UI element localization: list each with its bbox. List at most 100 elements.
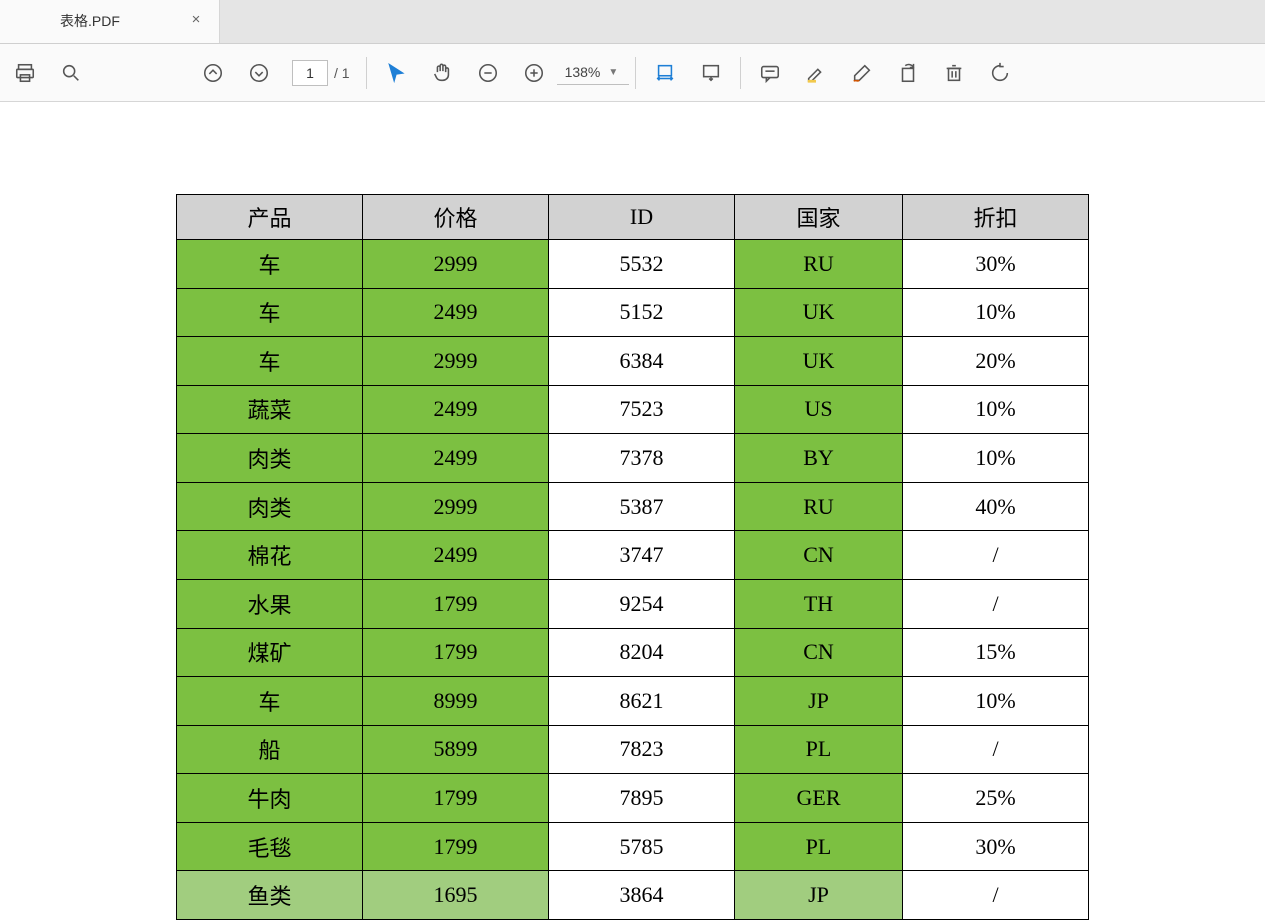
cell-product: 车	[177, 337, 363, 386]
cell-discount: 30%	[903, 240, 1089, 289]
table-row[interactable]: 车89998621JP10%	[177, 677, 1089, 726]
select-tool-button[interactable]	[373, 50, 419, 96]
zoom-out-button[interactable]	[465, 50, 511, 96]
zoom-level-dropdown[interactable]: 138% ▼	[557, 60, 629, 85]
cell-discount: /	[903, 725, 1089, 774]
cell-price: 2999	[363, 482, 549, 531]
table-row[interactable]: 煤矿17998204CN15%	[177, 628, 1089, 677]
header-discount: 折扣	[903, 195, 1089, 240]
cell-price: 5899	[363, 725, 549, 774]
cell-product: 肉类	[177, 434, 363, 483]
highlighter-icon	[805, 62, 827, 84]
rotate-page-button[interactable]	[885, 50, 931, 96]
plus-circle-icon	[523, 62, 545, 84]
sign-button[interactable]	[839, 50, 885, 96]
next-page-button[interactable]	[236, 50, 282, 96]
cell-id: 7378	[549, 434, 735, 483]
table-row[interactable]: 蔬菜24997523US10%	[177, 385, 1089, 434]
rotate-view-button[interactable]	[977, 50, 1023, 96]
cell-discount: 10%	[903, 385, 1089, 434]
hand-icon	[431, 62, 453, 84]
table-row[interactable]: 船58997823PL/	[177, 725, 1089, 774]
table-row[interactable]: 车29996384UK20%	[177, 337, 1089, 386]
cell-id: 8204	[549, 628, 735, 677]
cell-price: 2499	[363, 385, 549, 434]
toolbar-separator	[740, 57, 741, 89]
comment-button[interactable]	[747, 50, 793, 96]
header-id: ID	[549, 195, 735, 240]
cell-product: 蔬菜	[177, 385, 363, 434]
table-row[interactable]: 车24995152UK10%	[177, 288, 1089, 337]
document-viewport[interactable]: 产品 价格 ID 国家 折扣 车29995532RU30%车24995152UK…	[0, 102, 1265, 920]
fit-width-button[interactable]	[642, 50, 688, 96]
table-header-row: 产品 价格 ID 国家 折扣	[177, 195, 1089, 240]
cell-discount: /	[903, 871, 1089, 920]
cell-country: PL	[735, 725, 903, 774]
table-row[interactable]: 鱼类16953864JP/	[177, 871, 1089, 920]
cell-price: 1695	[363, 871, 549, 920]
cell-price: 2999	[363, 337, 549, 386]
cell-price: 8999	[363, 677, 549, 726]
cell-id: 7823	[549, 725, 735, 774]
cell-country: TH	[735, 579, 903, 628]
table-row[interactable]: 棉花24993747CN/	[177, 531, 1089, 580]
page-current-input[interactable]	[292, 60, 328, 86]
chevron-down-icon: ▼	[608, 67, 618, 78]
cell-id: 5785	[549, 822, 735, 871]
cell-country: PL	[735, 822, 903, 871]
table-row[interactable]: 水果17999254TH/	[177, 579, 1089, 628]
highlight-button[interactable]	[793, 50, 839, 96]
cell-country: UK	[735, 337, 903, 386]
cell-product: 煤矿	[177, 628, 363, 677]
cell-country: GER	[735, 774, 903, 823]
zoom-tool-button[interactable]	[48, 50, 94, 96]
cell-discount: 15%	[903, 628, 1089, 677]
cell-product: 车	[177, 240, 363, 289]
cell-id: 7895	[549, 774, 735, 823]
cell-product: 车	[177, 677, 363, 726]
cell-id: 5532	[549, 240, 735, 289]
toolbar-separator	[635, 57, 636, 89]
cell-price: 2499	[363, 434, 549, 483]
cell-product: 棉花	[177, 531, 363, 580]
toolbar: / 1 138% ▼	[0, 44, 1265, 102]
data-table: 产品 价格 ID 国家 折扣 车29995532RU30%车24995152UK…	[176, 194, 1089, 920]
cell-country: RU	[735, 240, 903, 289]
rotate-page-icon	[897, 62, 919, 84]
table-row[interactable]: 肉类24997378BY10%	[177, 434, 1089, 483]
minus-circle-icon	[477, 62, 499, 84]
prev-page-button[interactable]	[190, 50, 236, 96]
cell-price: 1799	[363, 822, 549, 871]
table-row[interactable]: 毛毯17995785PL30%	[177, 822, 1089, 871]
table-row[interactable]: 车29995532RU30%	[177, 240, 1089, 289]
document-tab[interactable]: 表格.PDF ×	[0, 0, 220, 43]
cell-product: 船	[177, 725, 363, 774]
cell-discount: 10%	[903, 288, 1089, 337]
cell-country: CN	[735, 628, 903, 677]
header-country: 国家	[735, 195, 903, 240]
cell-product: 毛毯	[177, 822, 363, 871]
print-button[interactable]	[2, 50, 48, 96]
cell-id: 7523	[549, 385, 735, 434]
zoom-in-button[interactable]	[511, 50, 557, 96]
cell-price: 1799	[363, 579, 549, 628]
trash-icon	[943, 62, 965, 84]
cell-id: 6384	[549, 337, 735, 386]
cell-id: 5387	[549, 482, 735, 531]
cell-discount: 10%	[903, 677, 1089, 726]
fit-page-button[interactable]	[688, 50, 734, 96]
hand-tool-button[interactable]	[419, 50, 465, 96]
signature-icon	[851, 62, 873, 84]
cell-country: JP	[735, 871, 903, 920]
close-icon[interactable]: ×	[187, 12, 205, 30]
delete-button[interactable]	[931, 50, 977, 96]
cell-discount: 10%	[903, 434, 1089, 483]
cell-price: 2499	[363, 531, 549, 580]
cell-product: 水果	[177, 579, 363, 628]
cursor-icon	[385, 62, 407, 84]
cell-country: UK	[735, 288, 903, 337]
table-row[interactable]: 肉类29995387RU40%	[177, 482, 1089, 531]
table-row[interactable]: 牛肉17997895GER25%	[177, 774, 1089, 823]
page-total-label: / 1	[334, 65, 350, 81]
cell-product: 肉类	[177, 482, 363, 531]
